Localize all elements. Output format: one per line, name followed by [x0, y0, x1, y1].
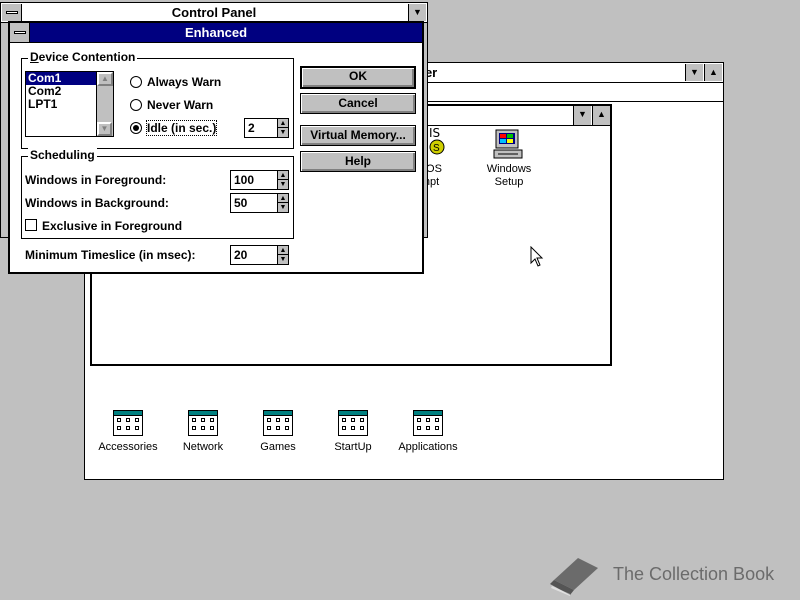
- background-spinner[interactable]: ▲ ▼: [277, 193, 289, 213]
- foreground-input[interactable]: 100: [230, 170, 278, 190]
- idle-spinner[interactable]: ▲ ▼: [277, 118, 289, 138]
- ms-dos-prompt-icon[interactable]: IS S: [429, 126, 451, 159]
- svg-text:S: S: [433, 143, 440, 154]
- control-panel-titlebar[interactable]: Control Panel: [1, 3, 427, 23]
- never-warn-label[interactable]: Never Warn: [147, 98, 213, 112]
- scroll-down-arrow-icon[interactable]: ▼: [97, 122, 112, 136]
- foreground-label: Windows in Foreground:: [25, 173, 167, 187]
- dialog-system-menu[interactable]: [10, 23, 30, 42]
- scheduling-label: Scheduling: [28, 148, 97, 162]
- cancel-button[interactable]: Cancel: [300, 93, 416, 114]
- network-label: Network: [182, 441, 224, 453]
- control-panel-title: Control Panel: [171, 5, 257, 20]
- svg-text:IS: IS: [429, 127, 440, 140]
- idle-label[interactable]: Idle (in sec.): [145, 120, 218, 136]
- watermark-text: The Collection Book: [613, 564, 775, 584]
- always-warn-radio[interactable]: [130, 76, 142, 88]
- windows-setup-icon[interactable]: [492, 128, 526, 160]
- port-listbox[interactable]: Com1 Com2 LPT1 ▲ ▼: [25, 71, 114, 137]
- windows-setup-label-1: Windows: [486, 163, 532, 175]
- virtual-memory-button[interactable]: Virtual Memory...: [300, 125, 416, 146]
- ok-button[interactable]: OK: [300, 66, 416, 89]
- exclusive-checkbox[interactable]: [25, 219, 37, 231]
- dialog-title: Enhanced: [184, 25, 248, 40]
- enhanced-dialog-titlebar[interactable]: Enhanced: [10, 23, 422, 43]
- timeslice-input[interactable]: 20: [230, 245, 278, 265]
- mouse-cursor-icon: [530, 246, 544, 267]
- device-contention-label: Device Contention: [28, 50, 138, 64]
- accessories-label: Accessories: [98, 441, 158, 453]
- applications-group-icon[interactable]: [413, 410, 443, 436]
- foreground-spinner[interactable]: ▲ ▼: [277, 170, 289, 190]
- control-panel-system-menu[interactable]: [2, 4, 22, 21]
- exclusive-label[interactable]: Exclusive in Foreground: [42, 219, 182, 233]
- idle-radio[interactable]: [130, 122, 142, 134]
- network-group-icon[interactable]: [188, 410, 218, 436]
- enhanced-dialog: Enhanced Device Contention Com1 Com2 LPT…: [8, 21, 424, 274]
- background-label: Windows in Background:: [25, 196, 169, 210]
- minimize-button[interactable]: ▼: [685, 64, 703, 81]
- timeslice-label: Minimum Timeslice (in msec):: [25, 248, 196, 262]
- help-button[interactable]: Help: [300, 151, 416, 172]
- group-maximize-button[interactable]: ▲: [592, 106, 610, 125]
- always-warn-label[interactable]: Always Warn: [147, 75, 221, 89]
- startup-label: StartUp: [334, 441, 372, 453]
- games-group-icon[interactable]: [263, 410, 293, 436]
- listbox-scrollbar[interactable]: ▲ ▼: [96, 72, 113, 136]
- accessories-group-icon[interactable]: [113, 410, 143, 436]
- group-minimize-button[interactable]: ▼: [573, 106, 591, 125]
- idle-seconds-input[interactable]: 2: [244, 118, 278, 138]
- games-label: Games: [260, 441, 296, 453]
- startup-group-icon[interactable]: [338, 410, 368, 436]
- background-input[interactable]: 50: [230, 193, 278, 213]
- timeslice-spinner[interactable]: ▲ ▼: [277, 245, 289, 265]
- book-icon: [550, 558, 598, 596]
- windows-setup-label-2: Setup: [494, 176, 524, 188]
- scroll-up-arrow-icon[interactable]: ▲: [97, 72, 113, 86]
- never-warn-radio[interactable]: [130, 99, 142, 111]
- maximize-button[interactable]: ▲: [704, 64, 722, 81]
- applications-label: Applications: [398, 441, 458, 453]
- control-panel-minimize-button[interactable]: ▼: [408, 4, 426, 21]
